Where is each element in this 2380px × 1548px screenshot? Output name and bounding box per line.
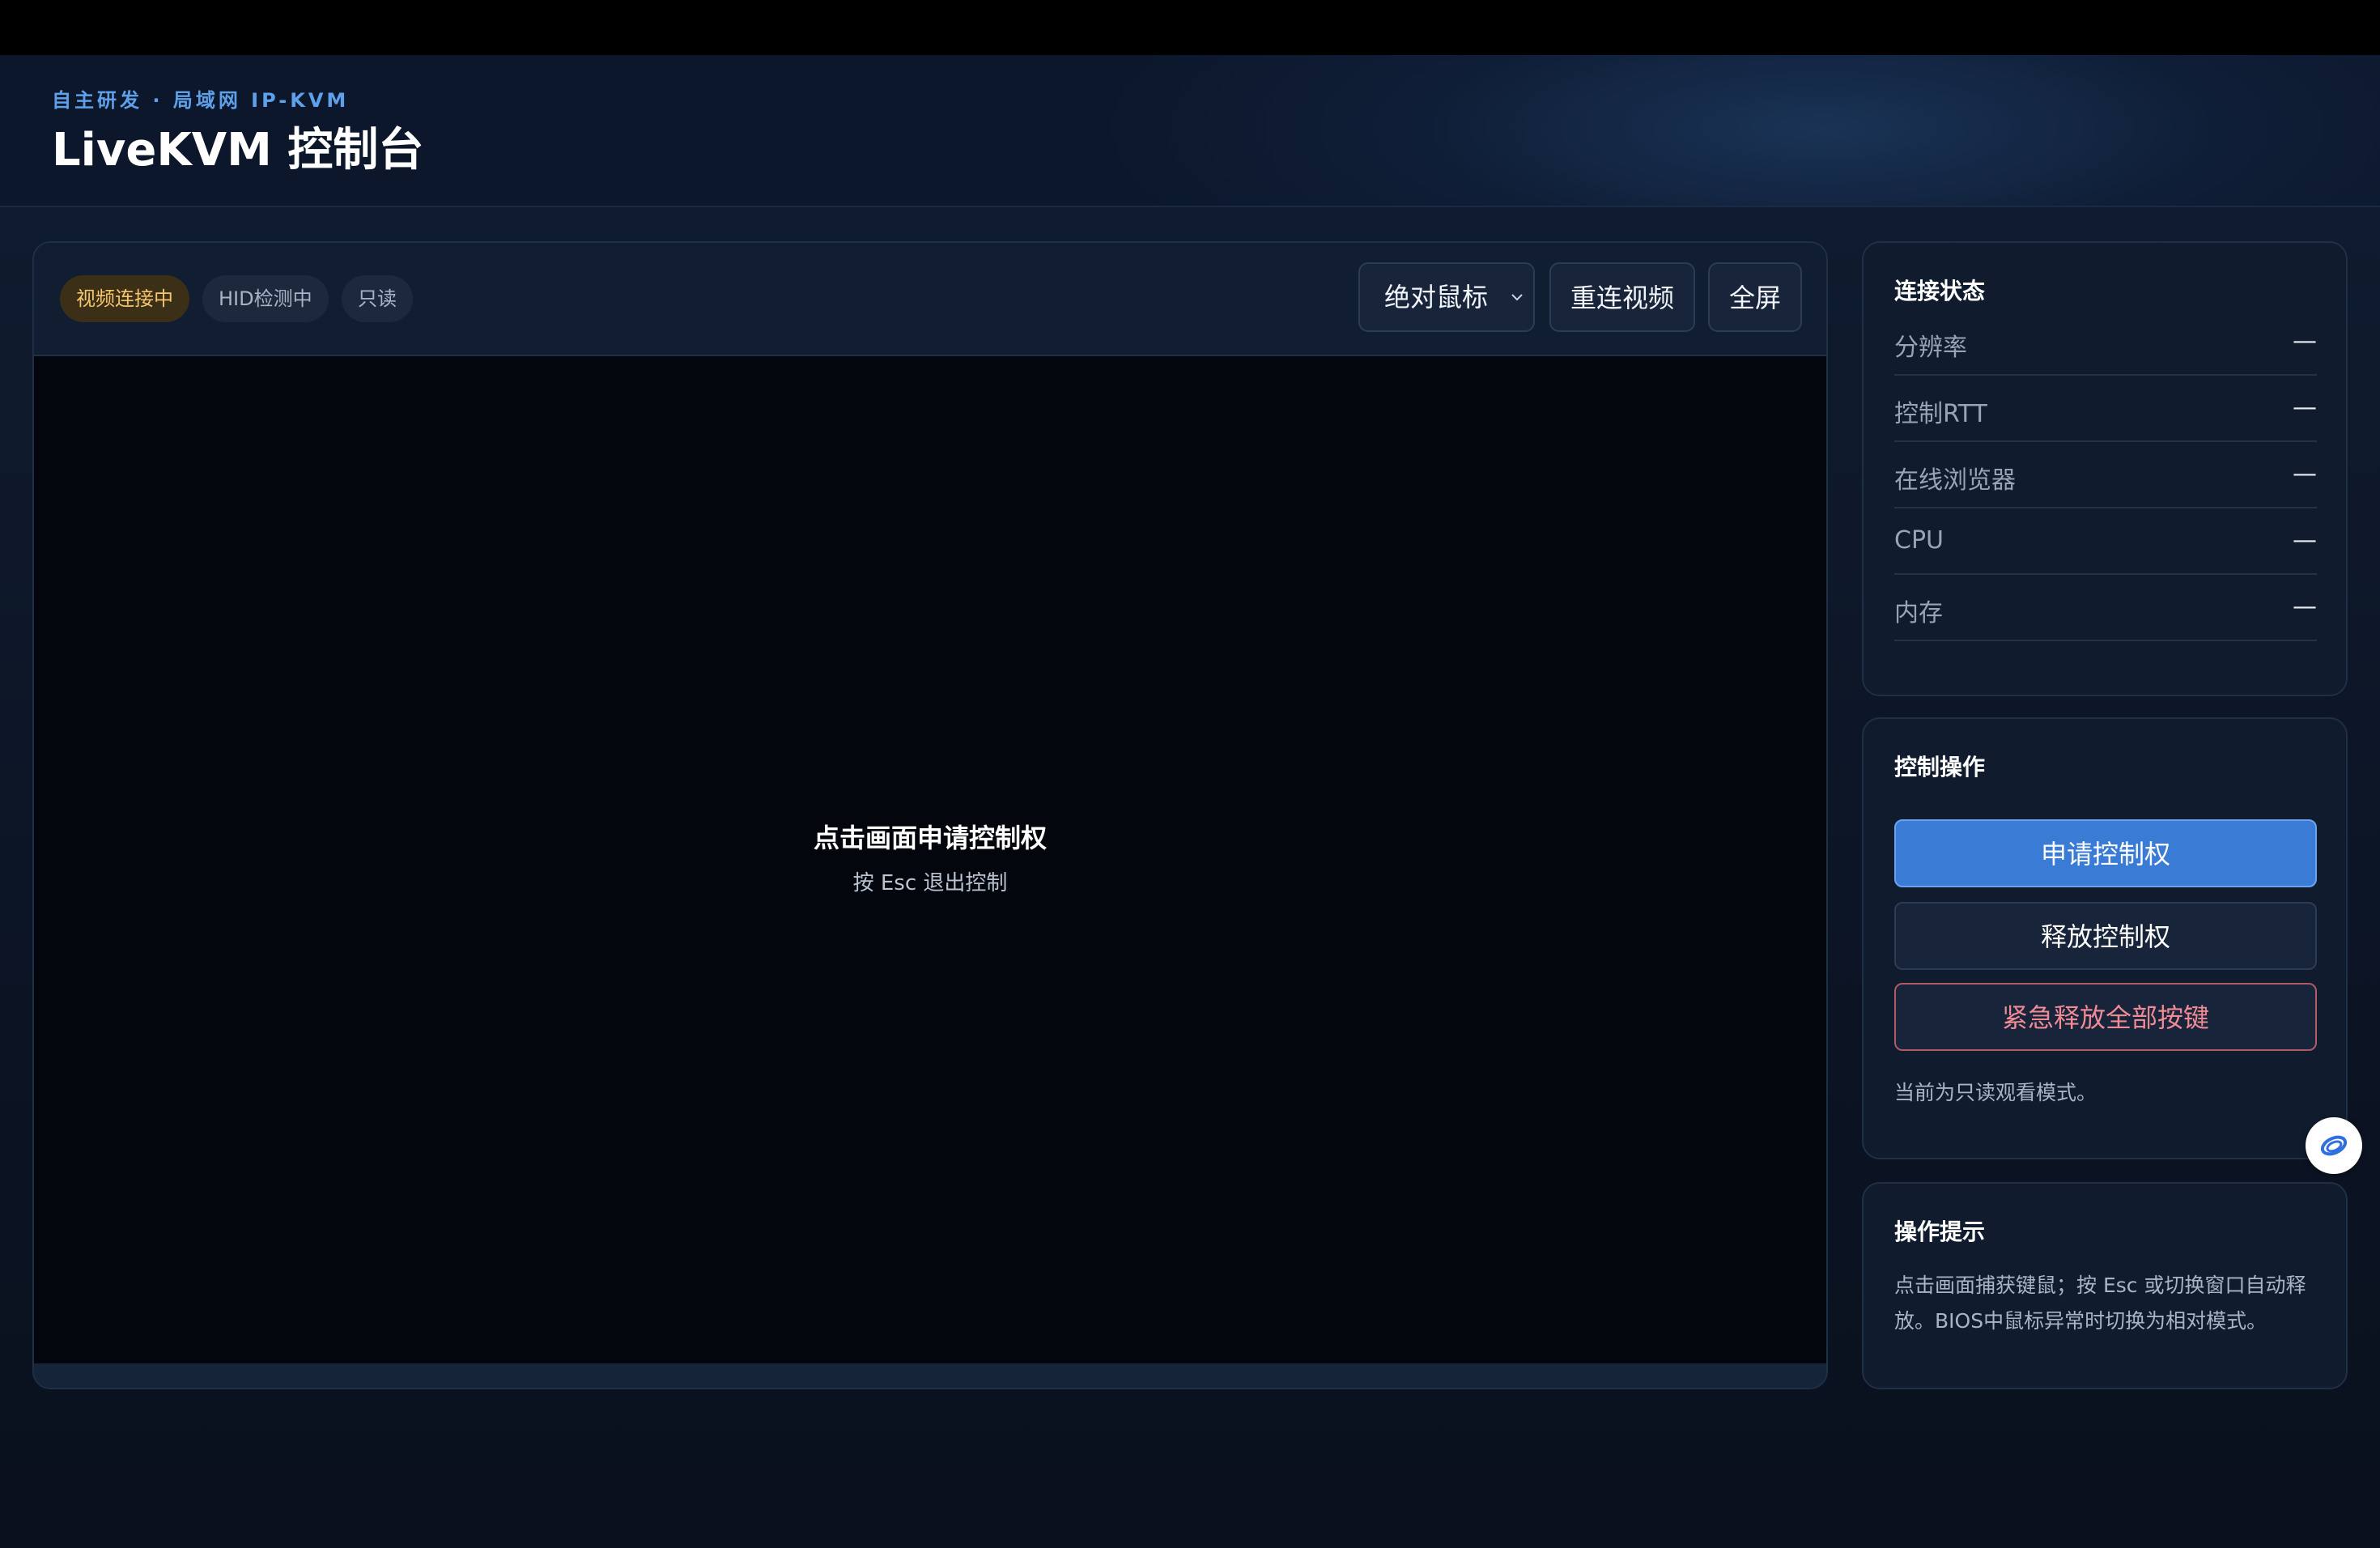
fullscreen-button[interactable]: 全屏 (1708, 262, 1802, 332)
stat-row-browsers: 在线浏览器 — (1894, 442, 2317, 508)
release-control-button[interactable]: 释放控制权 (1894, 902, 2317, 970)
kvm-viewer-panel: 视频连接中 HID检测中 只读 绝对鼠标 重连视频 全屏 点击画面申请控制权 按… (32, 241, 1828, 1389)
stat-value: — (2293, 393, 2317, 422)
stat-label: CPU (1894, 526, 1944, 555)
stat-label: 内存 (1894, 599, 1943, 627)
stat-row-resolution: 分辨率 — (1894, 309, 2317, 376)
esc-hint: 按 Esc 退出控制 (852, 871, 1008, 895)
assistant-ring-icon[interactable] (2306, 1117, 2362, 1174)
connection-status-card: 连接状态 分辨率 — 控制RTT — 在线浏览器 — CPU — 内存 — (1862, 241, 2348, 696)
viewer-footer-bar (34, 1363, 1826, 1388)
stat-row-cpu: CPU — (1894, 508, 2317, 575)
connection-status-title: 连接状态 (1894, 278, 1986, 304)
mode-note: 当前为只读观看模式。 (1894, 1081, 2097, 1104)
video-status-badge: 视频连接中 (60, 275, 189, 322)
page-title: LiveKVM 控制台 (52, 124, 424, 176)
stat-value: — (2293, 327, 2317, 355)
stat-value: — (2293, 526, 2317, 555)
stat-label: 控制RTT (1894, 400, 1987, 428)
request-control-button[interactable]: 申请控制权 (1894, 819, 2317, 887)
viewer-toolbar: 视频连接中 HID检测中 只读 绝对鼠标 重连视频 全屏 (34, 243, 1826, 356)
remote-screen[interactable]: 点击画面申请控制权 按 Esc 退出控制 (34, 356, 1826, 1365)
stat-row-memory: 内存 — (1894, 575, 2317, 641)
stat-label: 分辨率 (1894, 334, 1967, 362)
control-actions-title: 控制操作 (1894, 754, 1986, 780)
request-control-prompt: 点击画面申请控制权 (813, 823, 1047, 853)
stat-value: — (2293, 460, 2317, 488)
page-header: 自主研发 · 局域网 IP-KVM LiveKVM 控制台 (0, 55, 2380, 207)
hid-status-badge: HID检测中 (202, 275, 329, 322)
mouse-mode-select[interactable]: 绝对鼠标 (1358, 262, 1535, 332)
mouse-mode-value: 绝对鼠标 (1384, 282, 1489, 313)
operation-tips-card: 操作提示 点击画面捕获键鼠；按 Esc 或切换窗口自动释放。BIOS中鼠标异常时… (1862, 1182, 2348, 1389)
emergency-release-keys-button[interactable]: 紧急释放全部按键 (1894, 983, 2317, 1051)
stat-value: — (2293, 593, 2317, 621)
stat-label: 在线浏览器 (1894, 466, 2016, 495)
reconnect-video-button[interactable]: 重连视频 (1549, 262, 1695, 332)
operation-tips-text: 点击画面捕获键鼠；按 Esc 或切换窗口自动释放。BIOS中鼠标异常时切换为相对… (1894, 1274, 2306, 1333)
window-top-bar (0, 0, 2380, 55)
control-actions-card: 控制操作 申请控制权 释放控制权 紧急释放全部按键 当前为只读观看模式。 (1862, 717, 2348, 1159)
header-eyebrow: 自主研发 · 局域网 IP-KVM (52, 89, 350, 112)
chevron-down-icon (1511, 264, 1524, 330)
operation-tips-title: 操作提示 (1894, 1218, 1986, 1245)
readonly-badge: 只读 (342, 275, 413, 322)
stat-row-rtt: 控制RTT — (1894, 376, 2317, 442)
